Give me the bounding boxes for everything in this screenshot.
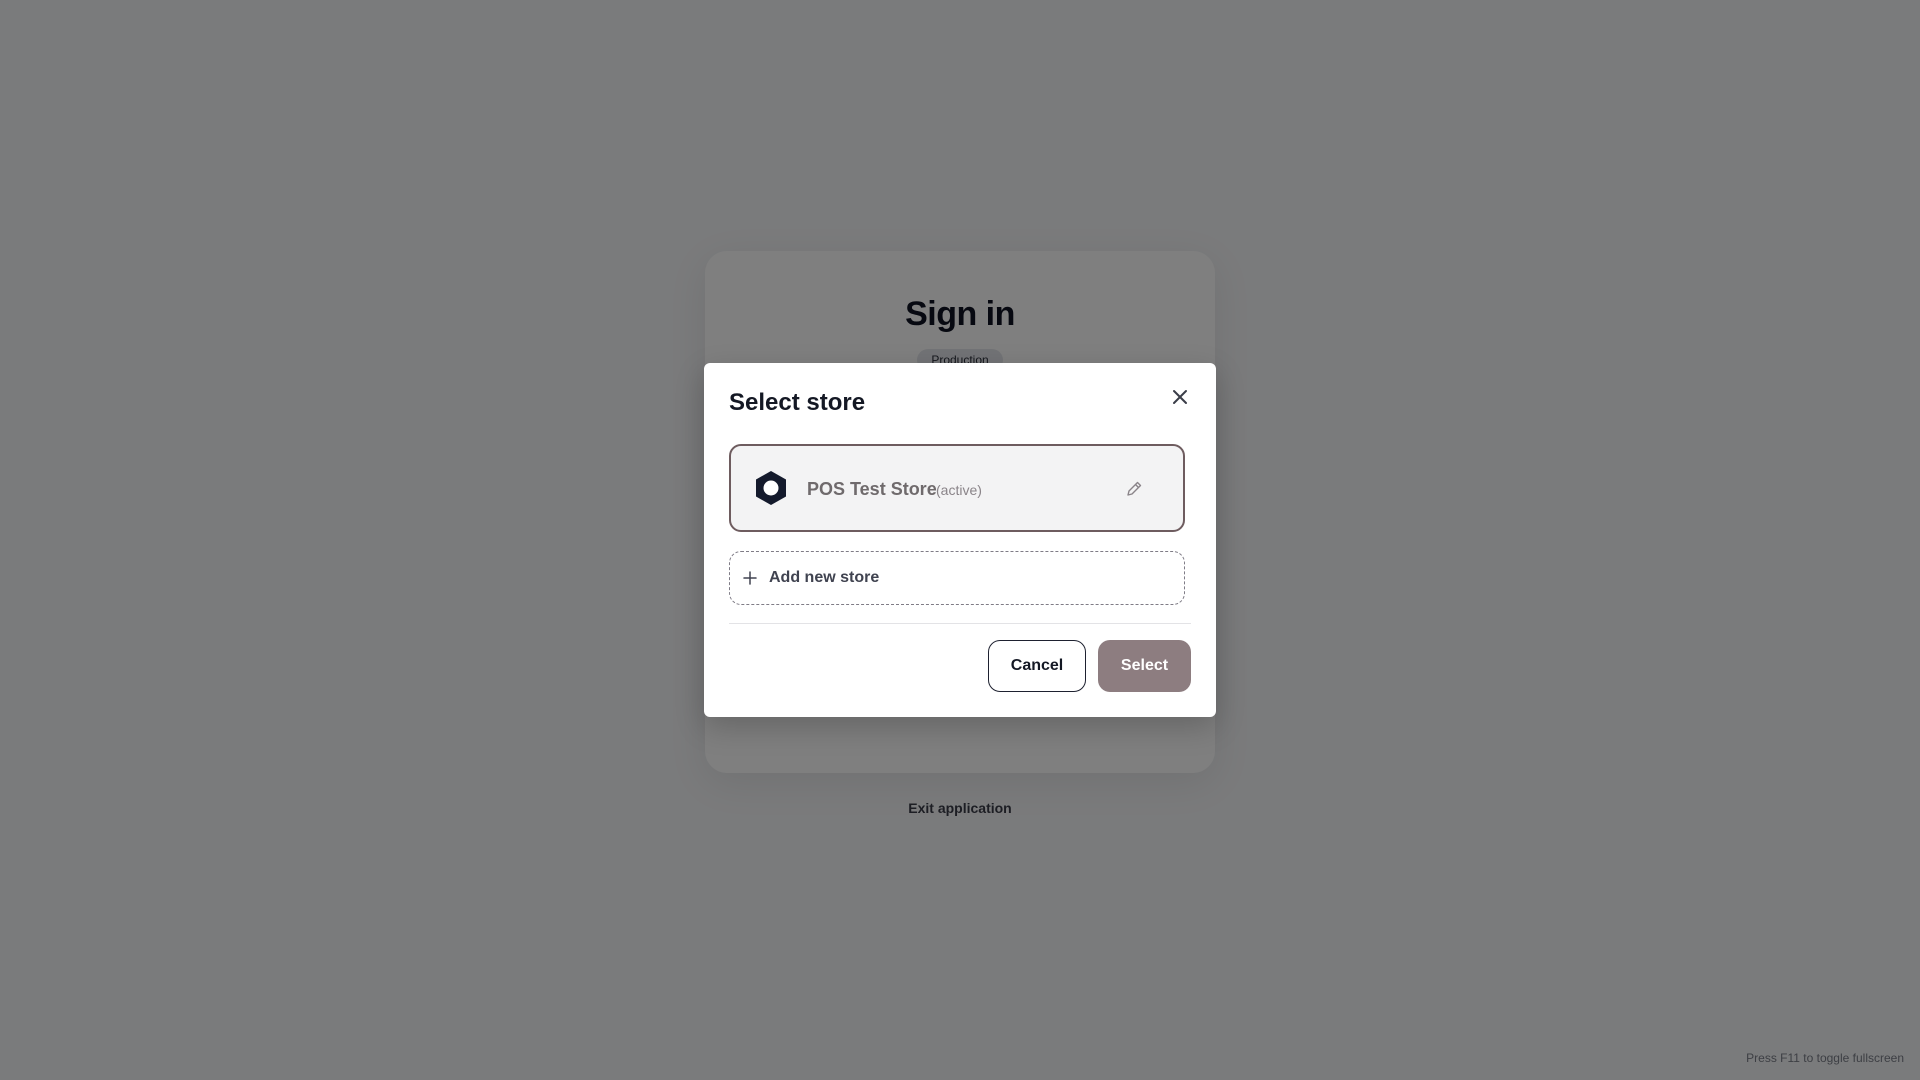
dialog-divider	[729, 623, 1191, 624]
store-name: POS Test Store	[807, 479, 937, 499]
pencil-icon[interactable]	[1125, 480, 1143, 498]
store-status: (active)	[936, 482, 982, 498]
plus-icon	[743, 571, 757, 585]
hexagon-store-icon	[756, 471, 786, 505]
close-button[interactable]	[1164, 381, 1196, 413]
select-button[interactable]: Select	[1098, 640, 1191, 692]
app-window: Sign in Production Exit application Pres…	[0, 0, 1920, 1080]
add-new-store-button[interactable]: Add new store	[729, 551, 1185, 605]
select-store-dialog: Select store POS Test Store (active) Add…	[704, 363, 1216, 717]
dialog-title: Select store	[729, 389, 866, 416]
cancel-button[interactable]: Cancel	[988, 640, 1086, 692]
add-new-store-label: Add new store	[769, 569, 880, 586]
close-icon	[1173, 390, 1187, 404]
store-option-pos-test-store[interactable]: POS Test Store (active)	[729, 444, 1185, 532]
